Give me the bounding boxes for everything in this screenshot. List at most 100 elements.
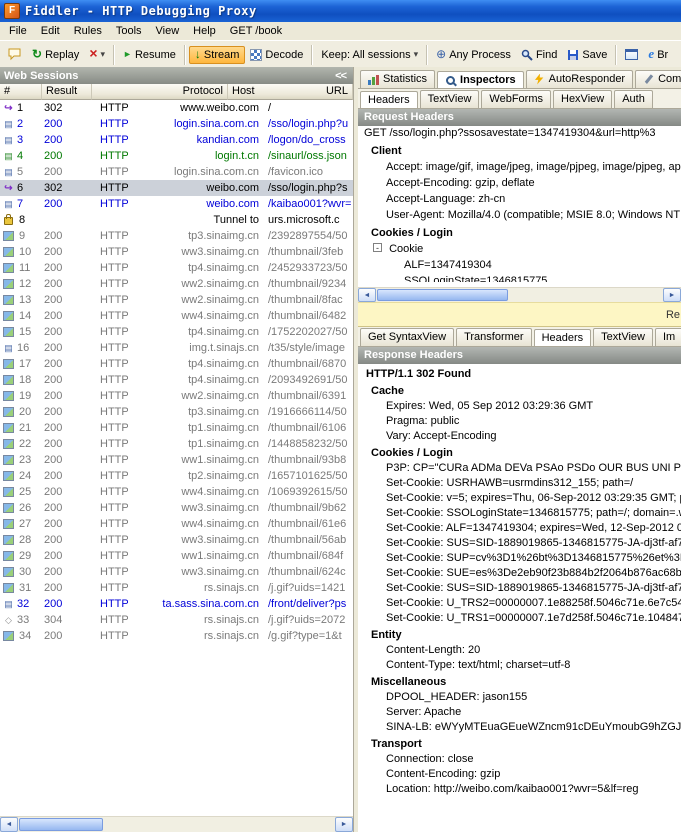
session-row[interactable]: 23 200 HTTP ww1.sinaimg.cn /thumbnail/93… — [0, 452, 353, 468]
replay-button[interactable]: Replay — [27, 47, 84, 63]
menu-item[interactable]: Rules — [67, 23, 109, 39]
response-header-row[interactable]: Content-Type: text/html; charset=utf-8 — [358, 658, 681, 673]
request-header-row[interactable]: ALF=1347419304 — [358, 257, 681, 273]
request-header-row[interactable]: Client — [358, 143, 681, 159]
session-row[interactable]: 6 302 HTTP weibo.com /sso/login.php?s — [0, 180, 353, 196]
session-row[interactable]: 28 200 HTTP ww3.sinaimg.cn /thumbnail/56… — [0, 532, 353, 548]
response-header-row[interactable]: Pragma: public — [358, 414, 681, 429]
session-row[interactable]: 16 200 HTTP img.t.sinajs.cn /t35/style/i… — [0, 340, 353, 356]
request-inspector-tab[interactable]: Auth — [614, 90, 653, 108]
response-header-row[interactable]: Set-Cookie: SUE=es%3De2eb90f23b884b2f206… — [358, 566, 681, 581]
column-header[interactable]: Result — [42, 84, 92, 100]
session-row[interactable]: 20 200 HTTP tp3.sinaimg.cn /1916666114/5… — [0, 404, 353, 420]
scroll-right-button[interactable] — [335, 817, 353, 832]
any-process-button[interactable]: Any Process — [431, 47, 516, 63]
request-horizontal-scrollbar[interactable] — [358, 287, 681, 302]
request-header-row[interactable]: Cookies / Login — [358, 225, 681, 241]
request-header-row[interactable]: User-Agent: Mozilla/4.0 (compatible; MSI… — [358, 207, 681, 223]
response-inspector-tab[interactable]: Headers — [534, 329, 592, 347]
column-header[interactable]: URL — [322, 84, 353, 100]
response-header-row[interactable]: Cookies / Login — [358, 446, 681, 461]
session-row[interactable]: 19 200 HTTP ww2.sinaimg.cn /thumbnail/63… — [0, 388, 353, 404]
browse-button[interactable]: Br — [643, 46, 673, 63]
request-header-row[interactable]: Accept-Encoding: gzip, deflate — [358, 175, 681, 191]
sessions-horizontal-scrollbar[interactable] — [0, 816, 353, 832]
response-header-row[interactable]: Content-Encoding: gzip — [358, 767, 681, 782]
session-row[interactable]: 4 200 HTTP login.t.cn /sinaurl/oss.json — [0, 148, 353, 164]
response-header-row[interactable]: Miscellaneous — [358, 675, 681, 690]
collapse-panel-button[interactable]: << — [332, 70, 349, 82]
session-row[interactable]: 7 200 HTTP weibo.com /kaibao001?wvr= — [0, 196, 353, 212]
session-row[interactable]: 29 200 HTTP ww1.sinaimg.cn /thumbnail/68… — [0, 548, 353, 564]
session-row[interactable]: 8 Tunnel to urs.microsoft.c — [0, 212, 353, 228]
response-header-row[interactable]: Entity — [358, 628, 681, 643]
session-row[interactable]: 11 200 HTTP tp4.sinaimg.cn /2452933723/5… — [0, 260, 353, 276]
session-row[interactable]: 24 200 HTTP tp2.sinaimg.cn /1657101625/5… — [0, 468, 353, 484]
response-header-row[interactable]: Vary: Accept-Encoding — [358, 429, 681, 444]
launch-window-button[interactable] — [620, 47, 643, 62]
response-header-row[interactable]: Set-Cookie: SUP=cv%3D1%26bt%3D1346815775… — [358, 551, 681, 566]
response-header-row[interactable]: Connection: close — [358, 752, 681, 767]
response-header-row[interactable]: Set-Cookie: v=5; expires=Thu, 06-Sep-201… — [358, 491, 681, 506]
response-header-row[interactable]: Server: Apache — [358, 705, 681, 720]
request-inspector-tab[interactable]: TextView — [420, 90, 480, 108]
response-header-row[interactable]: Cache — [358, 384, 681, 399]
session-row[interactable]: 1 302 HTTP www.weibo.com / — [0, 100, 353, 116]
inspector-tab[interactable]: Comp — [635, 70, 681, 88]
response-encoding-banner[interactable]: Re — [358, 302, 681, 327]
request-line[interactable]: GET /sso/login.php?ssosavestate=13474193… — [358, 126, 681, 141]
session-row[interactable]: 34 200 HTTP rs.sinajs.cn /g.gif?type=1&t — [0, 628, 353, 644]
session-row[interactable]: 30 200 HTTP ww3.sinaimg.cn /thumbnail/62… — [0, 564, 353, 580]
session-row[interactable]: 2 200 HTTP login.sina.com.cn /sso/login.… — [0, 116, 353, 132]
column-header[interactable]: # — [0, 84, 42, 100]
session-row[interactable]: 33 304 HTTP rs.sinajs.cn /j.gif?uids=207… — [0, 612, 353, 628]
response-header-row[interactable]: Set-Cookie: USRHAWB=usrmdins312_155; pat… — [358, 476, 681, 491]
session-row[interactable]: 9 200 HTTP tp3.sinaimg.cn /2392897554/50 — [0, 228, 353, 244]
response-header-row[interactable]: Set-Cookie: SUS=SID-1889019865-134681577… — [358, 581, 681, 596]
session-row[interactable]: 3 200 HTTP kandian.com /logon/do_cross — [0, 132, 353, 148]
response-inspector-tab[interactable]: Transformer — [456, 328, 532, 346]
resume-button[interactable]: Resume — [118, 47, 181, 63]
response-inspector-tab[interactable]: Im — [655, 328, 681, 346]
scrollbar-thumb[interactable] — [19, 818, 103, 831]
find-button[interactable]: Find — [516, 47, 562, 63]
scrollbar-thumb[interactable] — [377, 289, 508, 301]
session-row[interactable]: 5 200 HTTP login.sina.com.cn /favicon.ic… — [0, 164, 353, 180]
keep-sessions-dropdown[interactable]: Keep: All sessions — [316, 47, 423, 63]
request-inspector-tab[interactable]: WebForms — [481, 90, 551, 108]
session-row[interactable]: 26 200 HTTP ww3.sinaimg.cn /thumbnail/9b… — [0, 500, 353, 516]
session-row[interactable]: 32 200 HTTP ta.sass.sina.com.cn /front/d… — [0, 596, 353, 612]
menu-item[interactable]: File — [2, 23, 34, 39]
session-row[interactable]: 31 200 HTTP rs.sinajs.cn /j.gif?uids=142… — [0, 580, 353, 596]
inspector-tab[interactable]: AutoResponder — [526, 70, 633, 88]
comment-button[interactable] — [3, 46, 27, 63]
request-header-row[interactable]: Accept: image/gif, image/jpeg, image/pjp… — [358, 159, 681, 175]
session-row[interactable]: 18 200 HTTP tp4.sinaimg.cn /2093492691/5… — [0, 372, 353, 388]
session-row[interactable]: 10 200 HTTP ww3.sinaimg.cn /thumbnail/3f… — [0, 244, 353, 260]
column-header[interactable]: Protocol — [92, 84, 228, 100]
session-row[interactable]: 13 200 HTTP ww2.sinaimg.cn /thumbnail/8f… — [0, 292, 353, 308]
response-header-row[interactable]: SINA-LB: eWYyMTEuaGEueWZncm91cDEuYmoubG9… — [358, 720, 681, 735]
response-inspector-tab[interactable]: TextView — [593, 328, 653, 346]
menu-item[interactable]: Tools — [109, 23, 149, 39]
response-header-row[interactable]: Location: http://weibo.com/kaibao001?wvr… — [358, 782, 681, 797]
response-header-row[interactable]: Expires: Wed, 05 Sep 2012 03:29:36 GMT — [358, 399, 681, 414]
menu-item[interactable]: Edit — [34, 23, 67, 39]
session-row[interactable]: 17 200 HTTP tp4.sinaimg.cn /thumbnail/68… — [0, 356, 353, 372]
scroll-left-button[interactable] — [358, 288, 376, 302]
menu-item[interactable]: Help — [186, 23, 223, 39]
response-inspector-tab[interactable]: Get SyntaxView — [360, 328, 454, 346]
scroll-right-button[interactable] — [663, 288, 681, 302]
inspector-tab[interactable]: Statistics — [360, 70, 435, 88]
request-header-row[interactable]: SSOLoginState=1346815775 — [358, 273, 681, 282]
session-row[interactable]: 22 200 HTTP tp1.sinaimg.cn /1448858232/5… — [0, 436, 353, 452]
remove-button[interactable] — [84, 46, 110, 63]
save-button[interactable]: Save — [562, 47, 612, 63]
scrollbar-track[interactable] — [376, 288, 663, 302]
request-inspector-tab[interactable]: Headers — [360, 91, 418, 109]
response-header-row[interactable]: Set-Cookie: ALF=1347419304; expires=Wed,… — [358, 521, 681, 536]
menu-item[interactable]: GET /book — [223, 23, 289, 39]
response-header-row[interactable]: Set-Cookie: SUS=SID-1889019865-134681577… — [358, 536, 681, 551]
response-header-row[interactable]: Set-Cookie: SSOLoginState=1346815775; pa… — [358, 506, 681, 521]
request-inspector-tab[interactable]: HexView — [553, 90, 612, 108]
